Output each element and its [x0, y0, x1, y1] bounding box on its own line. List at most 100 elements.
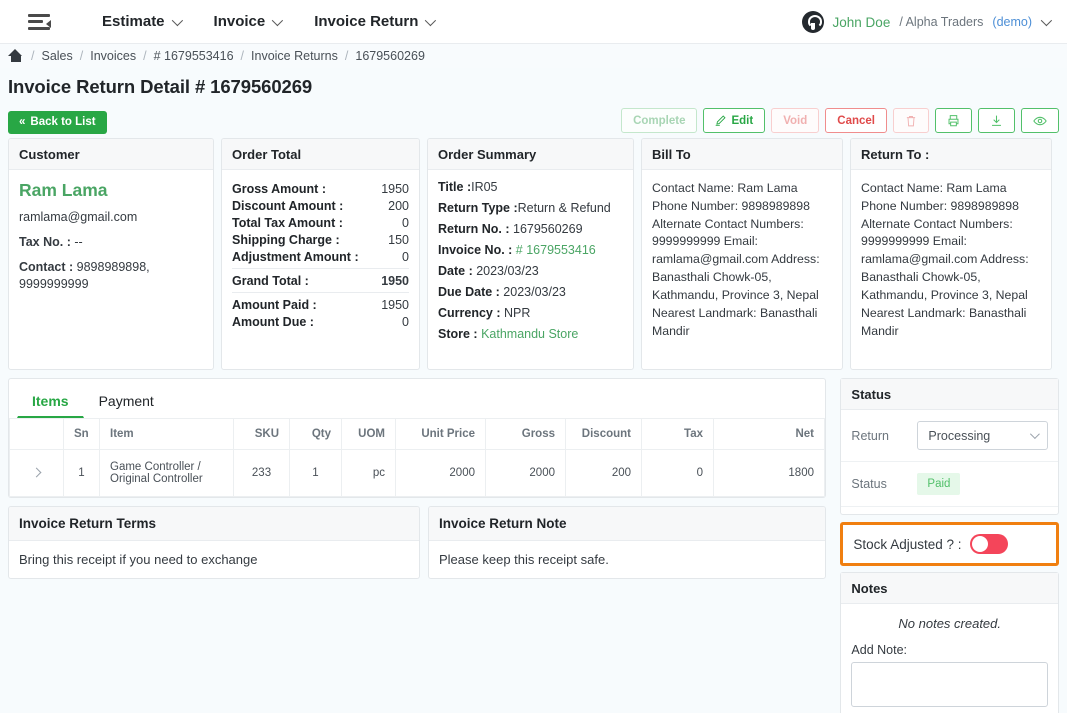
- breadcrumb-item-invoice-returns[interactable]: Invoice Returns: [251, 49, 338, 63]
- row-sku: 233: [233, 449, 290, 497]
- order-total-row: Gross Amount : 1950: [232, 180, 409, 197]
- summary-store-link[interactable]: Kathmandu Store: [481, 327, 578, 341]
- back-to-list-label: Back to List: [30, 116, 96, 128]
- breadcrumb-item-invoice-number[interactable]: # 1679553416: [154, 49, 234, 63]
- return-status-select[interactable]: Processing: [917, 421, 1048, 450]
- customer-name: Ram Lama: [19, 180, 108, 200]
- bottom-panels-row: Invoice Return Terms Bring this receipt …: [8, 498, 832, 579]
- row-qty: 1: [289, 449, 342, 497]
- add-note-textarea[interactable]: [851, 662, 1048, 707]
- tab-items[interactable]: Items: [17, 385, 84, 418]
- cancel-button[interactable]: Cancel: [825, 108, 887, 133]
- tab-payment[interactable]: Payment: [84, 385, 169, 418]
- amount-paid-row: Amount Paid : 1950: [232, 296, 409, 313]
- stock-adjusted-toggle[interactable]: [969, 534, 1008, 554]
- chevron-right-icon[interactable]: [31, 467, 42, 478]
- amount-paid-label: Amount Paid :: [232, 297, 317, 312]
- row-expand-cell[interactable]: [9, 449, 64, 497]
- invoice-return-terms-title: Invoice Return Terms: [9, 507, 419, 541]
- summary-return-type-value: Return & Refund: [517, 201, 611, 215]
- summary-title: Title :IR05: [438, 180, 623, 194]
- invoice-return-terms-text: Bring this receipt if you need to exchan…: [19, 552, 258, 567]
- customer-card-body: Ram Lama ramlama@gmail.com Tax No. : -- …: [9, 170, 213, 369]
- items-table-header: Sn Item SKU Qty UOM Unit Price Gross Dis…: [9, 418, 825, 450]
- col-expand: [9, 418, 64, 450]
- breadcrumb-separator: /: [344, 49, 349, 63]
- col-item: Item: [99, 418, 234, 450]
- action-toolbar: « Back to List Complete Edit Void Cancel: [0, 106, 1067, 138]
- nav-item-invoice[interactable]: Invoice: [213, 13, 284, 30]
- amount-due-label: Amount Due :: [232, 314, 314, 329]
- adjustment-amount-label: Adjustment Amount :: [232, 249, 359, 264]
- breadcrumb-item-invoices[interactable]: Invoices: [90, 49, 136, 63]
- summary-currency-label: Currency :: [438, 306, 504, 320]
- home-icon[interactable]: [8, 49, 23, 63]
- customer-contact-label: Contact :: [19, 259, 77, 274]
- summary-store: Store : Kathmandu Store: [438, 327, 623, 341]
- divider: [232, 292, 409, 293]
- user-account-menu[interactable]: John Doe / Alpha Traders (demo): [801, 0, 1053, 44]
- total-tax-amount-label: Total Tax Amount :: [232, 215, 343, 230]
- return-status-value: Processing: [928, 428, 991, 443]
- summary-due-date-value: 2023/03/23: [503, 285, 566, 299]
- summary-date: Date : 2023/03/23: [438, 264, 623, 278]
- back-to-list-button[interactable]: « Back to List: [8, 110, 107, 134]
- return-status-row: Return Processing: [841, 410, 1058, 461]
- status-badge: Paid: [917, 473, 961, 495]
- complete-button[interactable]: Complete: [621, 108, 698, 133]
- nav-item-invoice-return[interactable]: Invoice Return: [314, 13, 437, 30]
- print-button[interactable]: [935, 108, 972, 133]
- row-gross: 2000: [485, 449, 566, 497]
- void-label: Void: [783, 114, 808, 127]
- summary-invoice-no-link[interactable]: # 1679553416: [516, 243, 596, 257]
- col-net: Net: [713, 418, 825, 450]
- download-button[interactable]: [978, 108, 1015, 133]
- customer-tax-label: Tax No. :: [19, 234, 75, 249]
- left-column: Items Payment Sn Item SKU Qty UOM Unit P…: [8, 378, 832, 579]
- summary-cards-row: Customer Ram Lama ramlama@gmail.com Tax …: [0, 138, 1067, 370]
- print-icon: [948, 115, 959, 127]
- shipping-charge-value: 150: [388, 232, 409, 247]
- menu-fold-arrow-icon: [46, 20, 51, 28]
- chevron-down-icon: [171, 14, 183, 26]
- order-total-card-body: Gross Amount : 1950 Discount Amount : 20…: [222, 170, 419, 369]
- nav-item-estimate-label: Estimate: [102, 13, 165, 30]
- order-total-row: Discount Amount : 200: [232, 197, 409, 214]
- chevron-down-icon: [271, 14, 284, 26]
- user-name: John Doe: [832, 14, 891, 30]
- user-demo-tag: (demo): [992, 15, 1032, 29]
- void-button[interactable]: Void: [771, 108, 820, 133]
- return-to-card-title: Return To :: [851, 139, 1051, 170]
- payment-status-row: Status Paid: [841, 461, 1058, 506]
- grand-total-row: Grand Total : 1950: [232, 272, 409, 289]
- trash-icon: [906, 115, 916, 126]
- bill-to-card-body: Contact Name: Ram Lama Phone Number: 989…: [642, 170, 842, 369]
- chevron-down-icon: [425, 14, 437, 26]
- nav-item-estimate[interactable]: Estimate: [102, 13, 183, 30]
- row-net: 1800: [713, 449, 825, 497]
- summary-return-type: Return Type :Return & Refund: [438, 201, 623, 215]
- gross-amount-value: 1950: [381, 181, 409, 196]
- summary-return-type-label: Return Type :: [438, 201, 518, 215]
- summary-date-value: 2023/03/23: [476, 264, 539, 278]
- col-sku: SKU: [233, 418, 290, 450]
- row-uom: pc: [341, 449, 396, 497]
- order-summary-card: Order Summary Title :IR05 Return Type :R…: [427, 138, 634, 370]
- summary-date-label: Date :: [438, 264, 477, 278]
- summary-return-no-label: Return No. :: [438, 222, 513, 236]
- order-total-row: Total Tax Amount : 0: [232, 214, 409, 231]
- nav-item-invoice-label: Invoice: [213, 13, 266, 30]
- customer-contact: Contact : 9898989898, 9999999999: [19, 259, 203, 293]
- col-gross: Gross: [485, 418, 566, 450]
- edit-button[interactable]: Edit: [703, 108, 766, 133]
- discount-amount-value: 200: [388, 198, 409, 213]
- summary-due-date: Due Date : 2023/03/23: [438, 285, 623, 299]
- col-uom: UOM: [341, 418, 396, 450]
- delete-button[interactable]: [893, 108, 929, 133]
- preview-button[interactable]: [1021, 108, 1059, 133]
- cancel-label: Cancel: [837, 114, 875, 127]
- breadcrumb-separator: /: [240, 49, 245, 63]
- top-navigation-bar: Estimate Invoice Invoice Return John Doe…: [0, 0, 1067, 44]
- breadcrumb-item-sales[interactable]: Sales: [41, 49, 72, 63]
- notes-card-title: Notes: [841, 573, 1058, 604]
